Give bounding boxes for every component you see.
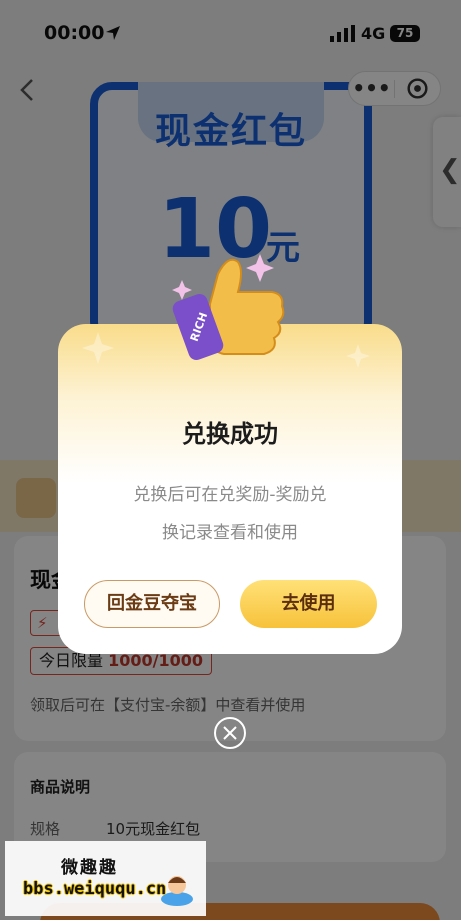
- watermark-mascot-icon: [161, 876, 193, 906]
- watermark-url: bbs.weiququ.cn: [23, 879, 167, 899]
- back-to-treasure-button[interactable]: 回金豆夺宝: [84, 580, 220, 628]
- dialog-title: 兑换成功: [182, 420, 278, 448]
- dialog-message-line2: 换记录查看和使用: [162, 523, 298, 543]
- watermark: 微趣趣 bbs.weiququ.cn: [5, 841, 206, 916]
- go-use-button[interactable]: 去使用: [240, 580, 377, 628]
- dialog-message: 兑换后可在兑奖励-奖励兑 换记录查看和使用: [98, 476, 362, 552]
- thumbs-up-icon: RICH: [172, 254, 285, 361]
- watermark-name: 微趣趣: [61, 858, 118, 878]
- dialog-message-line1: 兑换后可在兑奖励-奖励兑: [133, 485, 327, 505]
- close-dialog-icon[interactable]: [213, 716, 247, 750]
